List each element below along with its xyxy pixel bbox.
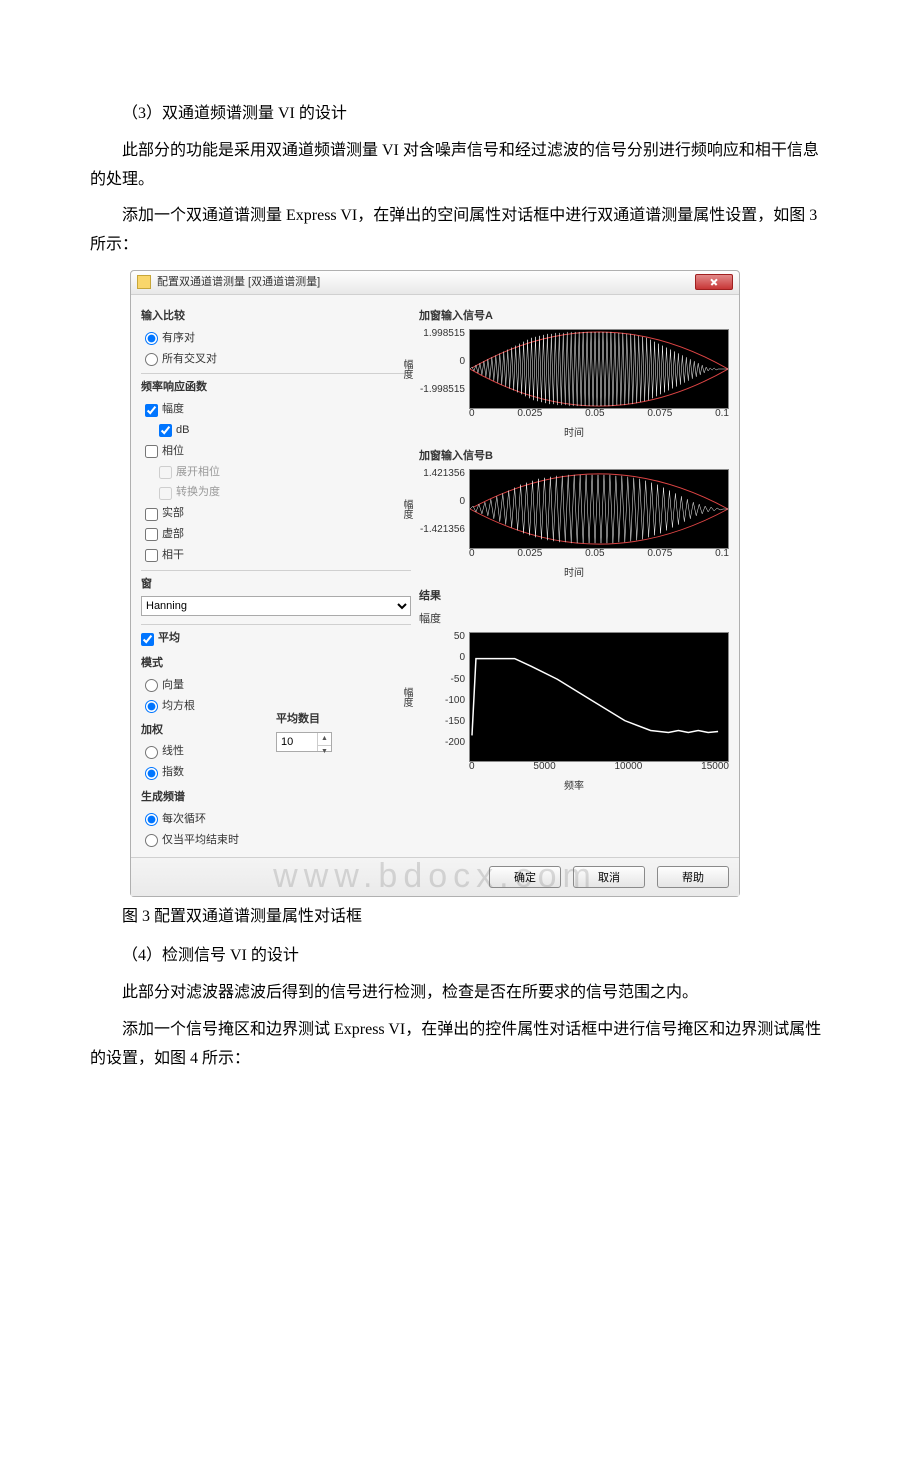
check-real-label: 实部 bbox=[162, 504, 184, 524]
radio-ordered-pair-label: 有序对 bbox=[162, 329, 195, 349]
para-section4-instr: 添加一个信号掩区和边界测试 Express VI，在弹出的控件属性对话框中进行信… bbox=[90, 1016, 830, 1074]
radio-each-iteration-label: 每次循环 bbox=[162, 810, 206, 830]
window-select[interactable]: Hanning bbox=[141, 596, 411, 616]
group-window: 窗 bbox=[141, 575, 411, 595]
group-gen-spectrum: 生成频谱 bbox=[141, 788, 411, 808]
para-section3-desc: 此部分的功能是采用双通道频谱测量 VI 对含噪声信号和经过滤波的信号分别进行频响… bbox=[90, 137, 830, 195]
check-phase-label: 相位 bbox=[162, 442, 184, 462]
radio-rms[interactable]: 均方根 bbox=[145, 697, 276, 717]
radio-exponential-label: 指数 bbox=[162, 763, 184, 783]
check-db[interactable]: dB bbox=[159, 421, 411, 441]
group-mode: 模式 bbox=[141, 654, 276, 674]
chartR-ylabel: 幅度 bbox=[401, 687, 411, 707]
group-freq-resp: 频率响应函数 bbox=[141, 378, 411, 398]
radio-vector-label: 向量 bbox=[162, 676, 184, 696]
check-phase[interactable]: 相位 bbox=[145, 442, 411, 462]
check-unwrap-phase-label: 展开相位 bbox=[176, 463, 220, 483]
close-icon[interactable] bbox=[695, 274, 733, 290]
radio-exponential[interactable]: 指数 bbox=[145, 763, 276, 783]
check-db-label: dB bbox=[176, 421, 189, 441]
dialog-title: 配置双通道谱测量 [双通道谱测量] bbox=[157, 273, 695, 293]
chartA-yticks: 1.998515 0 -1.998515 bbox=[419, 329, 465, 395]
figure3-caption: 图 3 配置双通道谱测量属性对话框 bbox=[90, 903, 830, 932]
check-coherent-label: 相干 bbox=[162, 546, 184, 566]
radio-linear-label: 线性 bbox=[162, 742, 184, 762]
chartR-xlabel: 频率 bbox=[419, 778, 729, 796]
check-averaging[interactable]: 平均 bbox=[141, 629, 411, 649]
chartR-plot bbox=[469, 632, 729, 762]
help-button[interactable]: 帮助 bbox=[657, 866, 729, 888]
result-mode-label: 幅度 bbox=[419, 610, 729, 630]
config-dialog: 配置双通道谱测量 [双通道谱测量] 输入比较 有序对 所有交叉对 频率响应函数 … bbox=[130, 270, 740, 897]
check-real[interactable]: 实部 bbox=[145, 504, 411, 524]
avg-count-input[interactable]: ▲▼ bbox=[276, 732, 332, 752]
radio-avg-complete-only[interactable]: 仅当平均结束时 bbox=[145, 831, 411, 851]
avg-count-label: 平均数目 bbox=[276, 710, 411, 730]
check-to-degrees-label: 转换为度 bbox=[176, 483, 220, 503]
radio-each-iteration[interactable]: 每次循环 bbox=[145, 810, 411, 830]
chartR-yticks: 50 0 -50 -100 -150 -200 bbox=[419, 632, 465, 748]
check-coherent[interactable]: 相干 bbox=[145, 546, 411, 566]
spin-down-icon[interactable]: ▼ bbox=[318, 746, 331, 759]
dialog-titlebar: 配置双通道谱测量 [双通道谱测量] bbox=[131, 271, 739, 295]
check-unwrap-phase: 展开相位 bbox=[159, 463, 411, 483]
group-weighting: 加权 bbox=[141, 721, 276, 741]
para-section4-title: （4）检测信号 VI 的设计 bbox=[90, 942, 830, 971]
para-section3-title: （3）双通道频谱测量 VI 的设计 bbox=[90, 100, 830, 129]
spin-up-icon[interactable]: ▲ bbox=[318, 733, 331, 747]
group-input-compare: 输入比较 bbox=[141, 307, 411, 327]
radio-all-cross-pair[interactable]: 所有交叉对 bbox=[145, 350, 411, 370]
chartB-xticks: 0 0.025 0.05 0.075 0.1 bbox=[469, 545, 729, 563]
chartB-plot bbox=[469, 469, 729, 549]
result-group-title: 结果 bbox=[419, 587, 729, 607]
radio-rms-label: 均方根 bbox=[162, 697, 195, 717]
check-averaging-label: 平均 bbox=[158, 629, 180, 649]
radio-ordered-pair[interactable]: 有序对 bbox=[145, 329, 411, 349]
chartA-title: 加窗输入信号A bbox=[419, 307, 729, 327]
chartB-xlabel: 时间 bbox=[419, 565, 729, 583]
chartR-xticks: 0 5000 10000 15000 bbox=[469, 758, 729, 776]
check-magnitude[interactable]: 幅度 bbox=[145, 400, 411, 420]
radio-linear[interactable]: 线性 bbox=[145, 742, 276, 762]
chartA-ylabel: 幅度 bbox=[401, 359, 411, 379]
check-imag-label: 虚部 bbox=[162, 525, 184, 545]
radio-all-cross-pair-label: 所有交叉对 bbox=[162, 350, 217, 370]
chartA-plot bbox=[469, 329, 729, 409]
app-icon bbox=[137, 275, 151, 289]
check-imag[interactable]: 虚部 bbox=[145, 525, 411, 545]
chartB-title: 加窗输入信号B bbox=[419, 447, 729, 467]
para-section3-instr: 添加一个双通道谱测量 Express VI，在弹出的空间属性对话框中进行双通道谱… bbox=[90, 202, 830, 260]
cancel-button[interactable]: 取消 bbox=[573, 866, 645, 888]
chartB-ylabel: 幅度 bbox=[401, 499, 411, 519]
para-section4-desc: 此部分对滤波器滤波后得到的信号进行检测，检查是否在所要求的信号范围之内。 bbox=[90, 979, 830, 1008]
chartA-xticks: 0 0.025 0.05 0.075 0.1 bbox=[469, 405, 729, 423]
chartA-xlabel: 时间 bbox=[419, 425, 729, 443]
check-magnitude-label: 幅度 bbox=[162, 400, 184, 420]
check-to-degrees: 转换为度 bbox=[159, 483, 411, 503]
ok-button[interactable]: 确定 bbox=[489, 866, 561, 888]
chartB-yticks: 1.421356 0 -1.421356 bbox=[419, 469, 465, 535]
radio-avg-complete-only-label: 仅当平均结束时 bbox=[162, 831, 239, 851]
radio-vector[interactable]: 向量 bbox=[145, 676, 276, 696]
